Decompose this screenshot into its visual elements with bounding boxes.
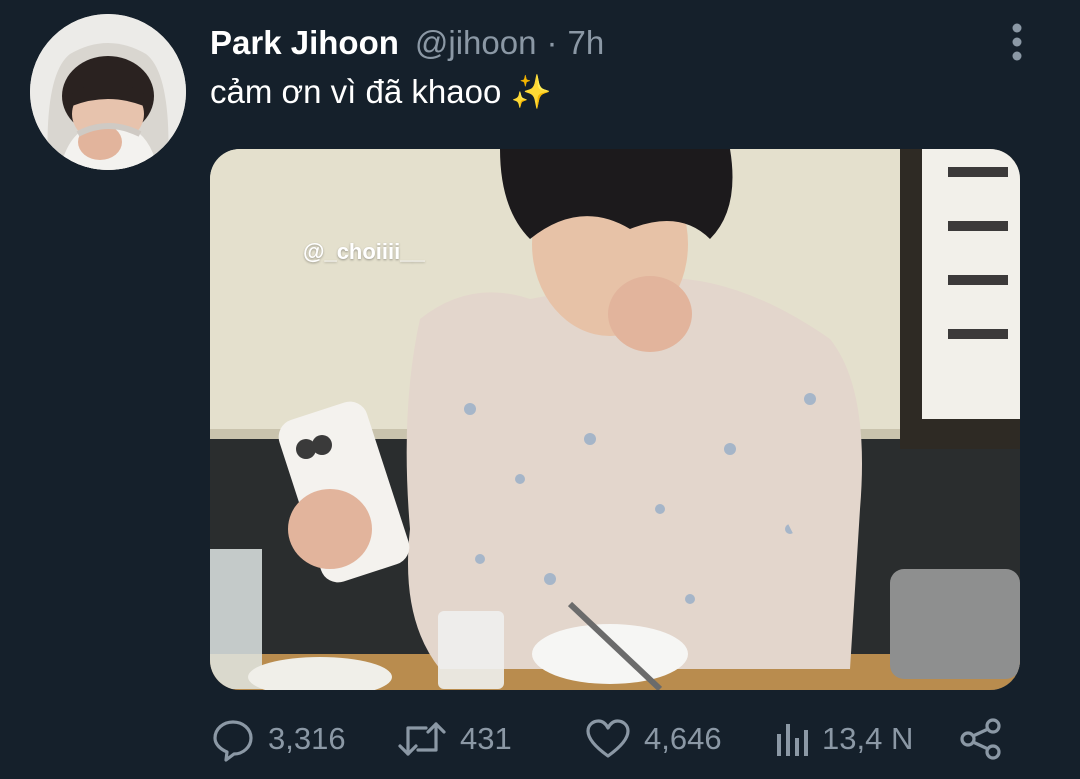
avatar[interactable] <box>30 14 186 170</box>
tweet-header: Park Jihoon @jihoon · 7h <box>210 22 604 64</box>
avatar-photo <box>30 14 186 170</box>
like-button[interactable]: 4,646 <box>584 714 722 764</box>
tweet-time[interactable]: 7h <box>567 22 604 64</box>
retweet-icon <box>396 716 448 762</box>
reply-button[interactable]: 3,316 <box>210 714 346 764</box>
tweet-media[interactable]: @_choiiii__ <box>210 149 1020 690</box>
handle-row: @jihoon · 7h <box>415 22 604 64</box>
more-button[interactable] <box>1000 20 1034 64</box>
share-icon <box>958 716 1004 762</box>
share-button[interactable] <box>958 714 1004 764</box>
reply-icon <box>210 716 256 762</box>
heart-icon <box>584 716 632 762</box>
reply-count: 3,316 <box>268 721 346 756</box>
media-watermark: @_choiiii__ <box>303 239 425 264</box>
views-count: 13,4 N <box>822 721 914 756</box>
like-count: 4,646 <box>644 721 722 756</box>
media-photo <box>210 149 1020 690</box>
tweet-text: cảm ơn vì đã khaoo ✨ <box>210 73 552 110</box>
tweet-actions: 3,316 431 4,646 13,4 N <box>210 714 1010 764</box>
author-name[interactable]: Park Jihoon <box>210 22 399 64</box>
separator-dot: · <box>546 24 558 61</box>
more-icon <box>1012 23 1022 61</box>
views-icon <box>774 716 814 762</box>
author-handle[interactable]: @jihoon <box>415 22 537 64</box>
retweet-count: 431 <box>460 721 512 756</box>
retweet-button[interactable]: 431 <box>396 714 512 764</box>
views-button[interactable]: 13,4 N <box>774 714 913 764</box>
